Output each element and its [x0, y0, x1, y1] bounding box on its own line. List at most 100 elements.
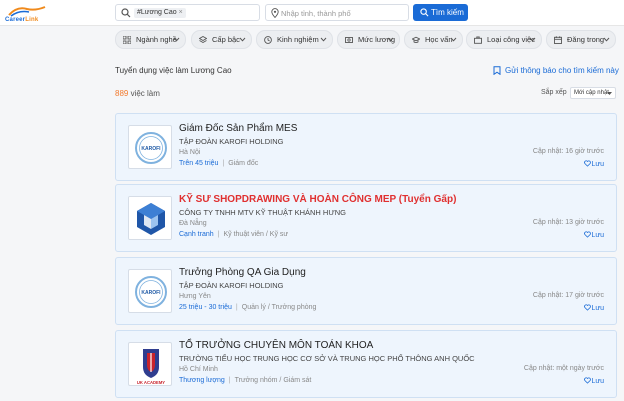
company-logo[interactable] — [128, 196, 172, 240]
updated-time: Cập nhật: 13 giờ trước — [532, 219, 604, 226]
uk-academy-crest-icon: UK ACADEMY — [137, 349, 165, 385]
filter-industry[interactable]: Ngành nghề — [115, 30, 186, 49]
briefcase-icon — [474, 36, 482, 44]
filter-experience[interactable]: Kinh nghiệm — [256, 30, 333, 49]
save-job-button[interactable]: Lưu — [583, 304, 604, 312]
logo-text-career: Career — [5, 17, 26, 23]
chevron-down-icon — [239, 37, 246, 42]
job-title[interactable]: Trưởng Phòng QA Gia Dụng — [179, 267, 306, 278]
grid-icon — [123, 36, 131, 44]
logo-text-link: Link — [25, 17, 39, 23]
job-title[interactable]: Giám Đốc Sản Phẩm MES — [179, 123, 297, 134]
company-name[interactable]: TẬP ĐOÀN KAROFI HOLDING — [179, 281, 283, 290]
heart-icon — [583, 160, 591, 167]
company-logo[interactable]: KAROFI — [128, 269, 172, 313]
company-name[interactable]: CÔNG TY TNHH MTV KỸ THUẬT KHÁNH HƯNG — [179, 208, 346, 217]
logo-label: UK ACADEMY — [137, 380, 165, 385]
company-logo[interactable]: UK ACADEMY — [128, 342, 172, 386]
chevron-down-icon — [173, 37, 180, 42]
job-level: Trưởng nhóm / Giám sát — [234, 377, 312, 384]
chevron-down-icon — [603, 37, 610, 42]
job-title[interactable]: TỔ TRƯỞNG CHUYÊN MÔN TOÁN KHOA — [179, 340, 373, 351]
chevron-down-icon — [320, 37, 327, 42]
location-input[interactable] — [281, 7, 406, 19]
chevron-down-icon — [529, 37, 536, 42]
page-title: Tuyển dụng việc làm Lương Cao — [115, 66, 232, 75]
company-name[interactable]: TRƯỜNG TIỂU HỌC TRUNG HỌC CƠ SỞ VÀ TRUNG… — [179, 354, 475, 363]
filter-label: Loại công việc — [487, 35, 535, 44]
filter-level[interactable]: Cấp bậc — [191, 30, 252, 49]
job-meta: Cạnh tranh | Kỹ thuật viên / Kỹ sư — [179, 231, 288, 238]
filter-education[interactable]: Học vấn — [404, 30, 463, 49]
job-count: 889 việc làm — [115, 89, 160, 98]
company-name[interactable]: TẬP ĐOÀN KAROFI HOLDING — [179, 137, 283, 146]
filter-label: Ngành nghề — [136, 35, 177, 44]
graduation-cap-icon — [412, 36, 420, 44]
bookmark-bell-icon — [493, 66, 501, 75]
save-label: Lưu — [591, 305, 604, 312]
sort-value: Mới cập nhật — [574, 90, 609, 96]
job-title[interactable]: KỸ SƯ SHOPDRAWING VÀ HOÀN CÔNG MEP (Tuyể… — [179, 194, 456, 205]
logo-label: KAROFI — [141, 146, 161, 152]
search-icon — [121, 8, 131, 18]
updated-time: Cập nhật: 16 giờ trước — [532, 148, 604, 155]
job-location: Hà Nội — [179, 149, 201, 156]
filter-posted[interactable]: Đăng trong — [546, 30, 616, 49]
logo-text: CareerLink — [5, 17, 38, 23]
filter-job-type[interactable]: Loại công việc — [466, 30, 542, 49]
search-button[interactable]: Tìm kiếm — [413, 4, 468, 21]
job-card[interactable]: UK ACADEMY TỔ TRƯỞNG CHUYÊN MÔN TOÁN KHO… — [115, 330, 617, 398]
meta-separator: | — [217, 231, 220, 238]
careerlink-logo[interactable]: CareerLink — [5, 4, 49, 24]
filter-label: Cấp bậc — [212, 35, 240, 44]
meta-separator: | — [235, 304, 238, 311]
job-card[interactable]: KỸ SƯ SHOPDRAWING VÀ HOÀN CÔNG MEP (Tuyể… — [115, 184, 617, 252]
filter-label: Học vấn — [425, 35, 453, 44]
experience-icon — [264, 36, 272, 44]
filter-label: Đăng trong — [567, 35, 605, 44]
karofi-logo-icon: KAROFI — [135, 276, 167, 308]
job-salary: 25 triệu - 30 triệu — [179, 304, 232, 311]
karofi-logo-icon: KAROFI — [135, 132, 167, 164]
layers-icon — [199, 36, 207, 44]
save-job-button[interactable]: Lưu — [583, 160, 604, 168]
company-logo[interactable]: KAROFI — [128, 125, 172, 169]
save-job-button[interactable]: Lưu — [583, 377, 604, 385]
job-meta: Trên 45 triệu | Giám đốc — [179, 160, 258, 167]
calendar-icon — [554, 36, 562, 44]
keyword-search-field[interactable]: #Lương Cao × — [115, 4, 260, 21]
money-icon — [345, 37, 353, 43]
job-count-number: 889 — [115, 89, 129, 98]
save-label: Lưu — [591, 378, 604, 385]
meta-separator: | — [228, 377, 231, 384]
keyword-chip-label: #Lương Cao — [137, 9, 177, 16]
notify-search-link[interactable]: Gửi thông báo cho tìm kiếm này — [493, 66, 619, 75]
job-salary: Trên 45 triệu — [179, 160, 219, 167]
meta-separator: | — [222, 160, 225, 167]
job-meta: 25 triệu - 30 triệu | Quản lý / Trưởng phò… — [179, 304, 316, 311]
save-label: Lưu — [591, 232, 604, 239]
updated-time: Cập nhật: một ngày trước — [523, 365, 604, 372]
top-header: CareerLink #Lương Cao× Tìm kiếm — [0, 0, 624, 26]
job-count-label: việc làm — [128, 89, 160, 98]
heart-icon — [583, 377, 591, 384]
job-salary: Cạnh tranh — [179, 231, 214, 238]
job-card[interactable]: KAROFI Trưởng Phòng QA Gia Dụng TẬP ĐOÀN… — [115, 257, 617, 325]
location-search-field[interactable] — [265, 4, 409, 21]
sort-select[interactable]: Mới cập nhật — [570, 87, 616, 99]
remove-chip-icon[interactable]: × — [179, 9, 183, 16]
chevron-down-icon — [450, 37, 457, 42]
job-card[interactable]: KAROFI Giám Đốc Sản Phẩm MES TẬP ĐOÀN KA… — [115, 113, 617, 181]
job-salary: Thương lượng — [179, 377, 225, 384]
keyword-chip[interactable]: #Lương Cao × — [134, 8, 186, 18]
save-label: Lưu — [591, 161, 604, 168]
job-location: Đà Nẵng — [179, 220, 207, 227]
filter-salary[interactable]: Mức lương — [337, 30, 400, 49]
location-pin-icon — [271, 8, 279, 18]
logo-label: KAROFI — [141, 290, 161, 296]
save-job-button[interactable]: Lưu — [583, 231, 604, 239]
search-icon — [420, 8, 429, 17]
filter-label: Kinh nghiệm — [277, 35, 319, 44]
updated-time: Cập nhật: 17 giờ trước — [532, 292, 604, 299]
notify-label: Gửi thông báo cho tìm kiếm này — [505, 66, 619, 75]
